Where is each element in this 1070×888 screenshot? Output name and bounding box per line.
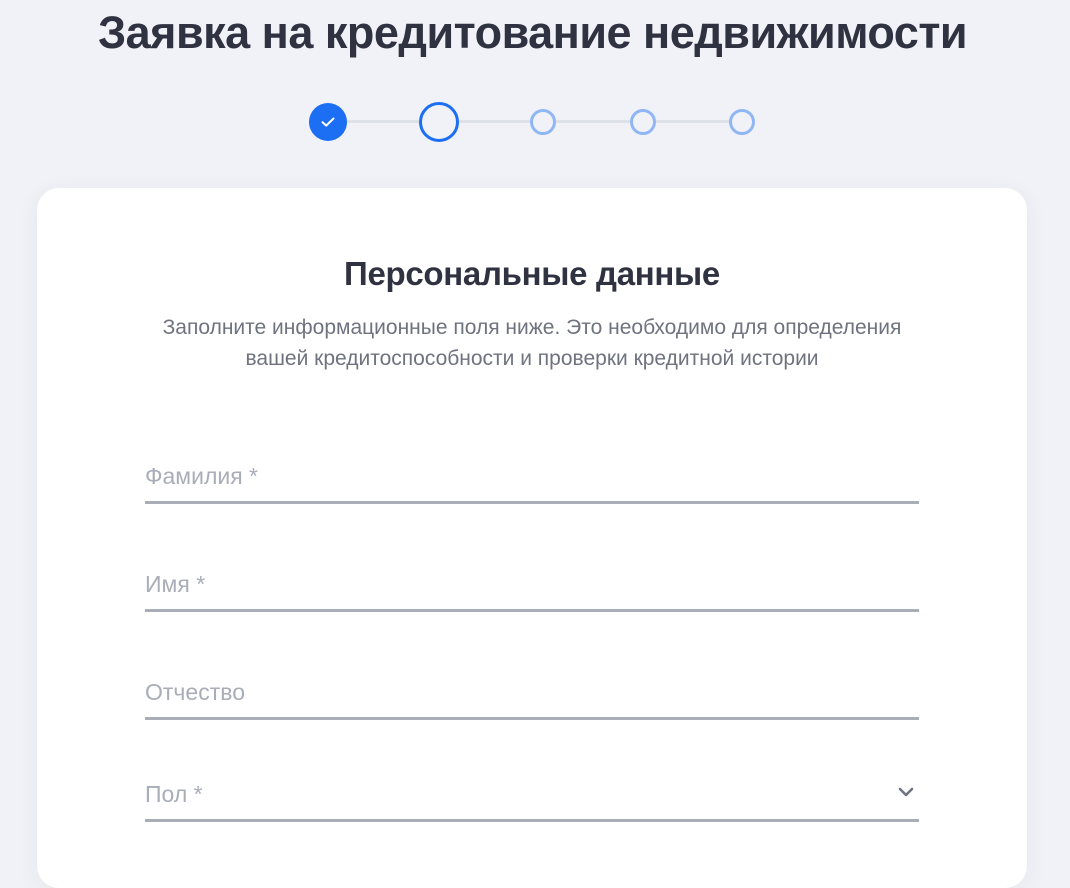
- progress-stepper: [0, 100, 1070, 144]
- step-1-completed[interactable]: [309, 103, 347, 141]
- stepper-connector: [556, 120, 630, 123]
- step-4-pending: [630, 109, 656, 135]
- step-3-pending: [530, 109, 556, 135]
- gender-select[interactable]: [145, 762, 919, 822]
- step-5-pending: [729, 109, 755, 135]
- middle-name-field[interactable]: [145, 660, 919, 720]
- form-card: Персональные данные Заполните информацио…: [37, 188, 1027, 888]
- gender-select-input[interactable]: [145, 776, 845, 812]
- page-title: Заявка на кредитование недвижимости: [97, 7, 968, 58]
- stepper-connector: [459, 120, 530, 123]
- first-name-input[interactable]: [145, 566, 845, 602]
- section-title: Персональные данные: [344, 255, 720, 292]
- check-icon: [321, 117, 335, 127]
- first-name-field[interactable]: [145, 552, 919, 612]
- last-name-input[interactable]: [145, 458, 845, 494]
- section-description: Заполните информационные поля ниже. Это …: [162, 316, 902, 370]
- step-2-current[interactable]: [419, 102, 459, 142]
- last-name-field[interactable]: [145, 444, 919, 504]
- chevron-down-icon[interactable]: [897, 786, 915, 798]
- stepper-connector: [347, 120, 419, 123]
- middle-name-input[interactable]: [145, 674, 845, 710]
- stepper-connector: [656, 120, 729, 123]
